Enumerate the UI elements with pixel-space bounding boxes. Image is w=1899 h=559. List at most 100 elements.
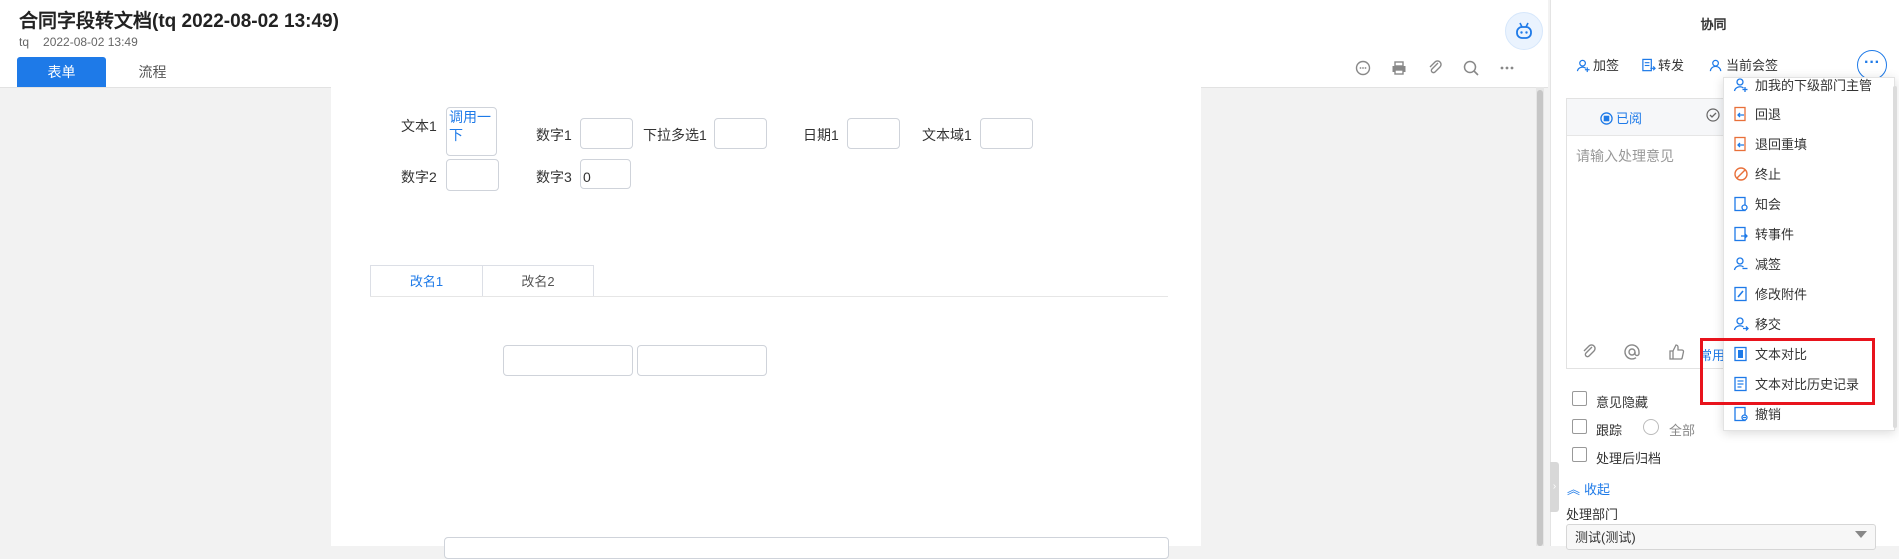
text1-input[interactable]: 调用一下 bbox=[446, 107, 497, 156]
more-actions-button[interactable]: ··· bbox=[1857, 50, 1887, 80]
notify-icon bbox=[1734, 196, 1748, 212]
subform-input-1[interactable] bbox=[503, 345, 633, 376]
attachment-icon[interactable] bbox=[1580, 343, 1598, 361]
assistant-bot-button[interactable] bbox=[1505, 12, 1543, 50]
menu-item-label: 减签 bbox=[1755, 257, 1782, 272]
tab-divider bbox=[370, 296, 1168, 297]
subform-input-2[interactable] bbox=[637, 345, 767, 376]
return-refill-icon bbox=[1734, 136, 1746, 152]
opinion-read-label: 已阅 bbox=[1616, 111, 1643, 126]
menu-item-label: 回退 bbox=[1755, 107, 1782, 122]
at-icon[interactable] bbox=[1623, 343, 1641, 361]
transfer-icon bbox=[1733, 317, 1749, 331]
comment-icon[interactable] bbox=[1353, 58, 1373, 78]
date1-input[interactable] bbox=[847, 118, 900, 149]
stop-icon bbox=[1734, 167, 1748, 181]
canvas-scrollbar-thumb[interactable] bbox=[1537, 90, 1543, 546]
panel-title: 协同 bbox=[1700, 17, 1727, 32]
menu-item-stop[interactable]: 终止 bbox=[1733, 165, 1781, 185]
panel-collapse-handle[interactable]: › bbox=[1550, 462, 1559, 512]
dept-select[interactable]: 测试(测试) bbox=[1566, 524, 1876, 550]
field-label-num3: 数字3 bbox=[536, 169, 572, 185]
menu-item-label: 转事件 bbox=[1755, 227, 1795, 242]
remove-sign-icon bbox=[1733, 257, 1748, 271]
menu-item-edit-attachment[interactable]: 修改附件 bbox=[1733, 285, 1807, 305]
cosign-icon bbox=[1709, 59, 1722, 72]
dept-label: 处理部门 bbox=[1566, 507, 1619, 522]
document-title: 合同字段转文档(tq 2022-08-02 13:49) bbox=[19, 11, 339, 32]
field-label-num1: 数字1 bbox=[536, 127, 572, 143]
menu-item-transfer[interactable]: 移交 bbox=[1733, 315, 1781, 335]
search-icon[interactable] bbox=[1461, 58, 1481, 78]
current-cosign-label: 当前会签 bbox=[1726, 58, 1779, 73]
revoke-icon bbox=[1734, 406, 1748, 422]
track-checkbox[interactable] bbox=[1572, 419, 1587, 434]
return-icon bbox=[1734, 106, 1746, 122]
textarea1-input[interactable] bbox=[980, 118, 1033, 149]
menu-item-label: 修改附件 bbox=[1755, 287, 1808, 302]
field-label-text1: 文本1 bbox=[401, 118, 437, 134]
highlight-annotation-box bbox=[1700, 338, 1875, 405]
menu-item-add-subordinate-manager[interactable]: 加我的下级部门主管 bbox=[1733, 77, 1872, 93]
robot-icon bbox=[1516, 22, 1532, 39]
double-up-chevron-icon: ︽ bbox=[1567, 482, 1581, 497]
field-label-textarea1: 文本域1 bbox=[922, 127, 972, 143]
more-icon[interactable] bbox=[1497, 58, 1517, 78]
opinion-box bbox=[1566, 98, 1745, 369]
collapse-label: 收起 bbox=[1584, 482, 1611, 497]
menu-item-to-event[interactable]: 转事件 bbox=[1733, 225, 1794, 245]
chevron-down-icon[interactable] bbox=[1855, 531, 1867, 538]
field-label-date1: 日期1 bbox=[803, 127, 839, 143]
bottom-field-input[interactable] bbox=[444, 537, 1169, 559]
field-label-num2: 数字2 bbox=[401, 169, 437, 185]
document-author: tq bbox=[19, 35, 30, 49]
add-sign-icon bbox=[1576, 59, 1590, 73]
to-event-icon bbox=[1734, 226, 1748, 242]
opinion-check-tab[interactable] bbox=[1706, 108, 1720, 125]
track-label: 跟踪 bbox=[1596, 423, 1623, 438]
menu-item-remove-sign[interactable]: 减签 bbox=[1733, 255, 1781, 275]
menu-item-revoke[interactable]: 撤销 bbox=[1733, 405, 1781, 425]
check-circle-icon bbox=[1706, 108, 1720, 122]
opinion-input[interactable]: 请输入处理意见 bbox=[1576, 146, 1674, 166]
opinion-read-tab[interactable]: 已阅 bbox=[1600, 108, 1642, 127]
tab-flow[interactable]: 流程 bbox=[120, 57, 185, 87]
tab-form[interactable]: 表单 bbox=[17, 57, 106, 87]
forward-button[interactable]: 转发 bbox=[1641, 55, 1684, 74]
num2-input[interactable] bbox=[446, 159, 499, 191]
menu-item-return-refill[interactable]: 退回重填 bbox=[1733, 135, 1807, 155]
menu-item-label: 加我的下级部门主管 bbox=[1755, 78, 1873, 93]
field-label-dropdown1: 下拉多选1 bbox=[643, 127, 707, 143]
like-icon[interactable] bbox=[1667, 343, 1685, 361]
track-all-label: 全部 bbox=[1669, 423, 1696, 438]
menu-scrollbar[interactable] bbox=[1893, 86, 1897, 428]
menu-item-label: 终止 bbox=[1755, 167, 1782, 182]
menu-item-return[interactable]: 回退 bbox=[1733, 105, 1781, 125]
current-cosign-button[interactable]: 当前会签 bbox=[1709, 55, 1778, 74]
menu-item-label: 撤销 bbox=[1755, 407, 1782, 422]
add-sign-label: 加签 bbox=[1593, 58, 1620, 73]
hide-opinion-checkbox[interactable] bbox=[1572, 391, 1587, 406]
track-all-radio[interactable] bbox=[1643, 419, 1659, 435]
tab-rename2[interactable]: 改名2 bbox=[482, 265, 594, 297]
num1-input[interactable] bbox=[580, 118, 633, 149]
user-plus-icon bbox=[1733, 78, 1748, 92]
menu-item-notify[interactable]: 知会 bbox=[1733, 195, 1781, 215]
archive-after-checkbox[interactable] bbox=[1572, 447, 1587, 462]
forward-label: 转发 bbox=[1658, 58, 1685, 73]
attachment-icon[interactable] bbox=[1425, 58, 1445, 78]
dropdown1-select[interactable] bbox=[714, 118, 767, 149]
edit-attachment-icon bbox=[1734, 286, 1747, 302]
document-meta: tq 2022-08-02 13:49 bbox=[19, 35, 152, 49]
print-icon[interactable] bbox=[1389, 58, 1409, 78]
hide-opinion-label: 意见隐藏 bbox=[1596, 395, 1649, 410]
add-sign-button[interactable]: 加签 bbox=[1576, 55, 1619, 74]
num3-input[interactable]: 0 bbox=[580, 159, 631, 189]
document-date: 2022-08-02 13:49 bbox=[43, 35, 138, 49]
menu-item-label: 移交 bbox=[1755, 317, 1782, 332]
tab-rename1[interactable]: 改名1 bbox=[370, 265, 483, 297]
collapse-link[interactable]: ︽ 收起 bbox=[1567, 479, 1610, 498]
menu-item-label: 退回重填 bbox=[1755, 137, 1808, 152]
read-icon bbox=[1600, 112, 1613, 125]
archive-after-label: 处理后归档 bbox=[1596, 451, 1662, 466]
